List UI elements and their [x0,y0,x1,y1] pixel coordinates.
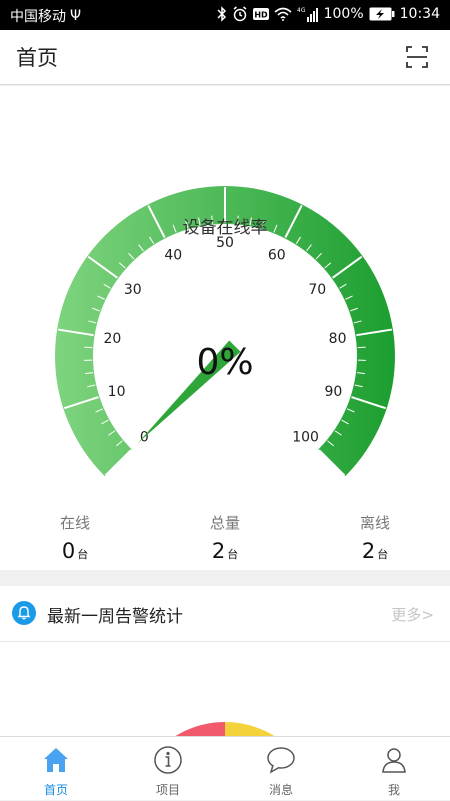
alarm-card: 最新一周告警统计 更多> [0,586,450,736]
scan-icon[interactable] [406,46,428,68]
pie-slice-yellow [225,722,297,736]
gauge-tick-label: 20 [103,331,121,347]
stat-offline: 离线 2台 [315,512,435,563]
stat-total-value: 2 [212,539,225,563]
stat-offline-label: 离线 [315,512,435,533]
alarm-pie-chart [0,586,450,736]
battery-charging-icon [369,7,395,21]
info-icon [153,745,183,775]
usb-icon: Ψ [70,8,81,24]
gauge-tick-labels: 0102030405060708090100 [103,235,346,446]
chat-bubble-icon [266,745,296,775]
status-right: HD 4G 100% 10:34 [217,6,440,22]
page-title: 首页 [16,42,58,72]
home-icon [41,745,71,775]
gauge-card: 0102030405060708090100 设备在线率 0% 在线 0台 总量… [0,86,450,570]
alarm-icon [232,6,248,22]
tab-bar: 首页 项目 消息 我 [0,736,450,800]
status-time: 10:34 [400,6,440,22]
gauge-minor-tick [358,347,366,348]
stat-total: 总量 2台 [165,512,285,563]
stat-online: 在线 0台 [15,512,135,563]
stat-online-label: 在线 [15,512,135,533]
device-stats: 在线 0台 总量 2台 离线 2台 [0,512,450,570]
gauge-tick-label: 0 [140,430,149,446]
user-icon [379,745,409,775]
gauge-tick-label: 10 [108,384,126,400]
tab-home[interactable]: 首页 [0,737,112,801]
tab-me-label: 我 [338,781,450,798]
pie-slice-red [153,722,225,736]
signal-icon: 4G [297,6,319,22]
status-left: 中国移动 Ψ [10,6,81,26]
tab-messages[interactable]: 消息 [225,737,337,801]
stat-total-unit: 台 [227,548,238,561]
online-rate-gauge: 0102030405060708090100 设备在线率 0% [0,86,450,506]
gauge-tick-label: 30 [124,282,142,298]
gauge-value: 0% [196,342,253,383]
svg-text:HD: HD [254,11,268,20]
stat-online-unit: 台 [77,548,88,561]
app-bar: 首页 [0,30,450,85]
tab-me[interactable]: 我 [338,737,450,801]
gauge-tick-label: 40 [164,247,182,263]
status-bar: 中国移动 Ψ HD 4G 100% 10:34 [0,0,450,30]
wifi-icon [274,7,292,21]
gauge-tick-label: 100 [292,430,319,446]
tab-messages-label: 消息 [225,781,337,798]
tab-home-label: 首页 [0,781,112,798]
bluetooth-icon [217,6,227,22]
gauge-title: 设备在线率 [183,218,268,238]
svg-text:4G: 4G [297,7,306,14]
stat-online-value: 0 [62,539,75,563]
gauge-tick-label: 70 [308,282,326,298]
tab-project-label: 项目 [112,781,224,798]
carrier-name: 中国移动 [10,6,66,26]
gauge-tick-label: 90 [325,384,343,400]
gauge-tick-label: 80 [329,331,347,347]
stat-offline-value: 2 [362,539,375,563]
gauge-tick-label: 60 [268,247,286,263]
tab-project[interactable]: 项目 [112,737,224,801]
stat-total-label: 总量 [165,512,285,533]
hd-icon: HD [253,7,269,21]
battery-percent: 100% [324,6,364,22]
gauge-minor-tick [84,347,92,348]
stat-offline-unit: 台 [377,548,388,561]
